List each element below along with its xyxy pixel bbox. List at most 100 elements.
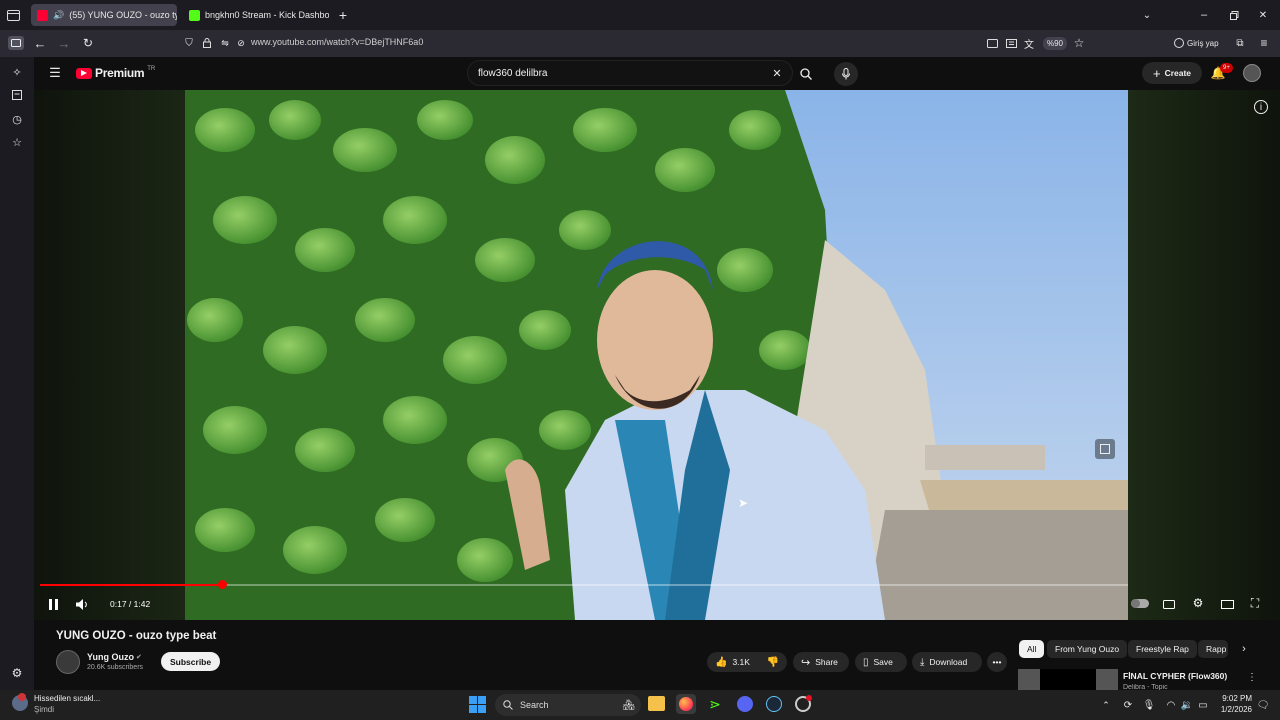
like-count[interactable]: 3.1K: [732, 657, 750, 667]
channel-avatar[interactable]: [56, 650, 80, 674]
clear-search-icon[interactable]: ✕: [770, 66, 784, 80]
video-player[interactable]: i ➤ 0:17 / 1:42 ⚙ ⛶: [34, 90, 1280, 620]
clock-date[interactable]: 1/2/2026: [1216, 705, 1252, 714]
youtube-logo[interactable]: Premium TR: [76, 66, 155, 80]
forward-icon[interactable]: →: [56, 36, 72, 51]
youtube-header: ☰ Premium TR flow360 delilbra ✕ + Create…: [34, 57, 1280, 90]
extensions-icon[interactable]: ⧉: [1233, 36, 1247, 50]
reader-view-icon[interactable]: [1004, 36, 1018, 50]
windows-taskbar: Hissedilen sıcakl... Şimdi Search 🏘 ⋗ ⌃ …: [0, 690, 1280, 720]
channel-name[interactable]: Yung Ouzo: [87, 652, 134, 662]
search-input[interactable]: flow360 delilbra ✕: [467, 60, 793, 86]
permissions-icon[interactable]: ⇋: [218, 36, 232, 50]
shield-icon[interactable]: ⛉: [182, 36, 196, 50]
new-tab-icon[interactable]: +: [336, 7, 350, 23]
sidebar-settings-icon[interactable]: ⚙: [10, 666, 24, 680]
tray-overflow-icon[interactable]: ⌃: [1100, 698, 1112, 712]
search-icon[interactable]: [798, 66, 814, 82]
theater-mode-icon[interactable]: [1220, 597, 1234, 611]
youtube-play-logo-icon: [76, 67, 92, 79]
microphone-icon[interactable]: 🎙: [1143, 698, 1156, 712]
expand-product-icon[interactable]: [1095, 439, 1115, 459]
share-button[interactable]: ↪ Share: [793, 652, 849, 672]
subscribe-button[interactable]: Subscribe: [161, 652, 221, 671]
verified-icon: ✔: [136, 654, 142, 661]
logo-text: Premium: [95, 66, 145, 80]
taskbar-search[interactable]: Search 🏘: [495, 694, 641, 716]
chip-all[interactable]: All: [1019, 640, 1045, 658]
create-label: Create: [1164, 68, 1192, 78]
download-button[interactable]: ⤓ Download: [912, 652, 982, 672]
chip-freestyle-rap[interactable]: Freestyle Rap: [1128, 640, 1197, 658]
notification-center-icon[interactable]: 🗨: [1257, 698, 1270, 712]
fullscreen-icon[interactable]: ⛶: [1248, 596, 1262, 610]
screenshot-icon[interactable]: [985, 36, 999, 50]
tab-list-icon[interactable]: [5, 8, 21, 22]
steam-icon[interactable]: [766, 696, 782, 712]
avatar[interactable]: [1243, 64, 1261, 82]
wifi-icon[interactable]: ◠: [1164, 698, 1178, 712]
tab-overflow-chevron-icon[interactable]: ⌄: [1140, 8, 1154, 22]
firefox-icon[interactable]: [676, 694, 696, 714]
bookmark-star-icon[interactable]: ☆: [1072, 36, 1086, 50]
related-menu-icon[interactable]: ⋮: [1246, 670, 1258, 684]
history-icon[interactable]: ◷: [10, 112, 24, 126]
discord-icon[interactable]: [737, 696, 753, 712]
download-icon: ⤓: [920, 656, 925, 668]
voice-search-icon[interactable]: [834, 62, 858, 86]
battery-icon[interactable]: ▭: [1196, 698, 1210, 712]
save-button[interactable]: ▯ Save: [855, 652, 907, 672]
sign-in-label: Giriş yap: [1187, 38, 1219, 48]
kick-app-icon[interactable]: ⋗: [707, 696, 723, 712]
file-explorer-icon[interactable]: [648, 696, 665, 711]
back-icon[interactable]: ←: [32, 36, 48, 51]
youtube-page: ☰ Premium TR flow360 delilbra ✕ + Create…: [34, 57, 1280, 690]
speaker-icon[interactable]: 🔊: [53, 10, 64, 21]
like-icon[interactable]: 👍: [715, 657, 727, 668]
ai-sparkle-icon[interactable]: ✧: [10, 65, 24, 79]
close-window-icon[interactable]: ✕: [1256, 8, 1270, 22]
restore-icon[interactable]: [1227, 8, 1241, 22]
chip-from-channel[interactable]: From Yung Ouzo: [1047, 640, 1128, 658]
autoplay-toggle[interactable]: [1131, 599, 1149, 608]
progress-scrubber[interactable]: [218, 580, 227, 589]
dislike-icon[interactable]: 👎: [767, 657, 779, 668]
start-windows-icon[interactable]: [469, 696, 486, 713]
bookmarks-icon[interactable]: ☆: [10, 135, 24, 149]
related-title[interactable]: FİNAL CYPHER (Flow360): [1123, 671, 1227, 681]
translate-icon[interactable]: 文: [1022, 36, 1036, 51]
pause-icon[interactable]: [46, 597, 60, 611]
tracking-off-icon[interactable]: ⊘: [234, 36, 248, 50]
zoom-level-badge[interactable]: %90: [1043, 37, 1067, 50]
chips-next-chevron-icon[interactable]: ›: [1237, 642, 1251, 656]
hamburger-menu-icon[interactable]: ☰: [48, 65, 62, 80]
synced-tabs-icon[interactable]: [10, 88, 24, 102]
ambient-right: [1128, 90, 1280, 620]
subscriber-count: 20.6K subscribers: [87, 664, 144, 671]
notification-count-badge: 9+: [1220, 63, 1233, 73]
weather-title[interactable]: Hissedilen sıcakl...: [34, 694, 100, 703]
sign-in-button[interactable]: Giriş yap: [1174, 36, 1224, 50]
reload-icon[interactable]: ↻: [80, 36, 96, 50]
minimize-icon[interactable]: –: [1197, 8, 1211, 22]
video-scene: [185, 90, 1128, 620]
progress-fill: [40, 584, 222, 586]
volume-icon[interactable]: [75, 597, 89, 611]
lock-icon[interactable]: [200, 36, 214, 50]
sidebar-toggle-icon[interactable]: [8, 36, 24, 50]
volume-tray-icon[interactable]: 🔉: [1180, 698, 1194, 712]
chip-rap[interactable]: Rapp: [1198, 640, 1228, 658]
tray-sync-icon[interactable]: ⟳: [1121, 698, 1135, 712]
related-thumbnail[interactable]: [1018, 669, 1118, 690]
plus-icon: +: [1152, 65, 1161, 81]
create-button[interactable]: + Create: [1142, 62, 1202, 84]
menu-icon[interactable]: ≡: [1257, 36, 1271, 50]
tab-youtube[interactable]: 🔊 (55) YUNG OUZO - ouzo ty ✕: [31, 4, 177, 26]
info-icon[interactable]: i: [1254, 100, 1268, 114]
settings-gear-icon[interactable]: ⚙: [1191, 596, 1205, 610]
captions-icon[interactable]: [1162, 597, 1176, 611]
url-text[interactable]: www.youtube.com/watch?v=DBejTHNF6a0: [251, 37, 423, 47]
tab-kick[interactable]: bngkhn0 Stream - Kick Dashbo ✕: [183, 4, 329, 26]
more-actions-button[interactable]: •••: [987, 652, 1007, 672]
clock-time[interactable]: 9:02 PM: [1216, 694, 1252, 703]
